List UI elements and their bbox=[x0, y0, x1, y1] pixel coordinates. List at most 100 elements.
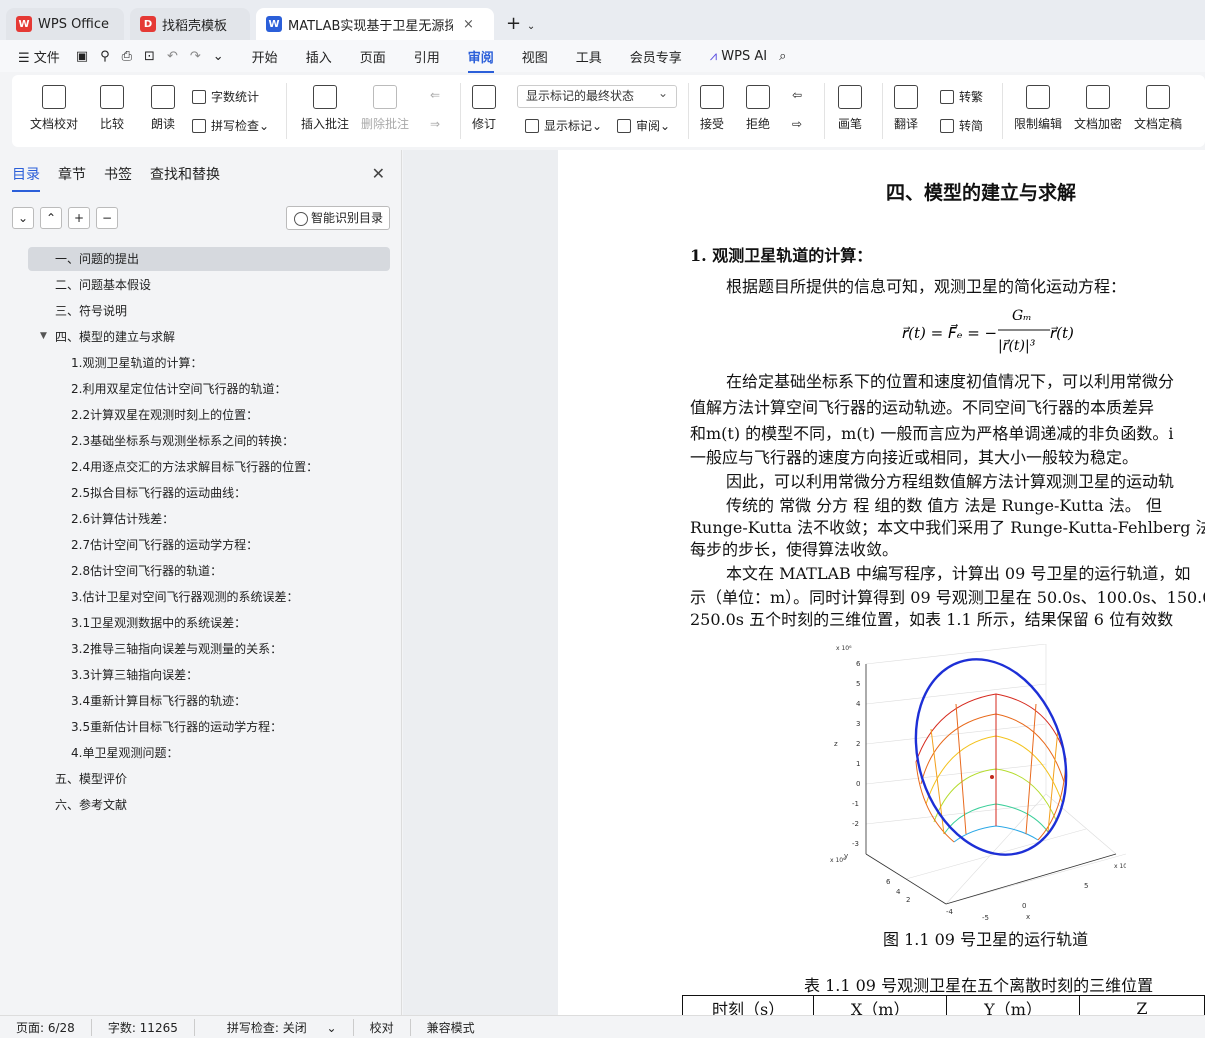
translate-button[interactable]: 翻译 bbox=[894, 85, 918, 132]
paragraph-line: 和m(t) 的模型不同，m(t) 一般而言应为严格单调递减的非负函数。i bbox=[690, 424, 1174, 443]
undo-icon[interactable]: ↶ bbox=[167, 49, 178, 64]
quick-print-icon[interactable]: ⎙ bbox=[122, 49, 132, 64]
menu-page[interactable]: 页面 bbox=[360, 47, 386, 66]
quick-preview-icon[interactable]: ⊡ bbox=[144, 49, 155, 64]
toc-item-label: 3.5重新估计目标飞行器的运动学方程： bbox=[71, 720, 283, 734]
new-tab-button[interactable]: + ⌄ bbox=[506, 8, 535, 40]
toc-item[interactable]: 2.利用双星定位估计空间飞行器的轨道： bbox=[28, 377, 390, 401]
toc-item[interactable]: 2.5拟合目标飞行器的运动曲线： bbox=[28, 481, 390, 505]
encrypt-icon bbox=[1086, 85, 1110, 109]
spell-check-status[interactable]: 拼写检查: 关闭 ⌄ bbox=[211, 1018, 354, 1036]
toc-item[interactable]: 五、模型评价 bbox=[28, 767, 390, 791]
prev-change-icon[interactable]: ⇦ bbox=[792, 88, 802, 102]
collapse-down-button[interactable]: ⌄ bbox=[12, 207, 34, 229]
svg-text:0: 0 bbox=[1022, 902, 1026, 910]
toc-item[interactable]: 3.1卫星观测数据中的系统误差： bbox=[28, 611, 390, 635]
reject-button[interactable]: 拒绝 bbox=[746, 85, 770, 132]
toc-item[interactable]: 4.单卫星观测问题： bbox=[28, 741, 390, 765]
file-menu[interactable]: ☰ 文件 bbox=[18, 47, 60, 66]
tab-bookmark[interactable]: 书签 bbox=[104, 164, 132, 192]
expand-arrow-icon[interactable]: ▼ bbox=[40, 331, 47, 341]
wps-ai-icon: ⩘ bbox=[709, 48, 718, 64]
close-tab-icon[interactable]: × bbox=[463, 17, 474, 32]
menu-review[interactable]: 审阅 bbox=[467, 47, 494, 73]
delete-comment-button[interactable]: 删除批注 bbox=[361, 85, 409, 132]
remove-heading-button[interactable]: − bbox=[96, 207, 118, 229]
to-simplified-button[interactable]: 转简 bbox=[940, 117, 983, 134]
more-quick-icon[interactable]: ⌄ bbox=[213, 49, 224, 64]
finalize-button[interactable]: 文档定稿 bbox=[1134, 85, 1182, 132]
toc-item[interactable]: 2.8估计空间飞行器的轨道： bbox=[28, 559, 390, 583]
toc-item[interactable]: 二、问题基本假设 bbox=[28, 273, 390, 297]
collapse-up-button[interactable]: ⌃ bbox=[40, 207, 62, 229]
doc-check-button[interactable]: 文档校对 bbox=[30, 85, 78, 132]
page-indicator[interactable]: 页面: 6/28 bbox=[16, 1018, 92, 1036]
smart-toc-button[interactable]: 智能识别目录 bbox=[286, 206, 390, 230]
wps-ai-button[interactable]: ⩘ WPS AI bbox=[710, 49, 767, 64]
svg-text:r⃗(t) = F⃗ₑ = −: r⃗(t) = F⃗ₑ = − bbox=[902, 323, 997, 342]
menu-insert[interactable]: 插入 bbox=[306, 47, 332, 66]
toc-item[interactable]: 1.观测卫星轨道的计算： bbox=[28, 351, 390, 375]
toc-item[interactable]: 四、模型的建立与求解 bbox=[28, 325, 390, 349]
toc-item[interactable]: 3.4重新计算目标飞行器的轨迹： bbox=[28, 689, 390, 713]
tab-toc[interactable]: 目录 bbox=[12, 164, 40, 192]
toc-item[interactable]: 3.5重新估计目标飞行器的运动学方程： bbox=[28, 715, 390, 739]
toc-item[interactable]: 2.2计算双星在观测时刻上的位置： bbox=[28, 403, 390, 427]
search-icon[interactable]: ⌕ bbox=[779, 49, 786, 64]
ribbon: 文档校对 比较 朗读 字数统计 拼写检查 ⌄ 插入批注 删除批注 ⇐ ⇒ 修订 … bbox=[12, 75, 1205, 147]
redo-icon[interactable]: ↷ bbox=[190, 49, 201, 64]
insert-comment-button[interactable]: 插入批注 bbox=[301, 85, 349, 132]
toc-item[interactable]: 3.估计卫星对空间飞行器观测的系统误差： bbox=[28, 585, 390, 609]
toc-item[interactable]: 2.3基础坐标系与观测坐标系之间的转换： bbox=[28, 429, 390, 453]
next-change-icon[interactable]: ⇨ bbox=[792, 117, 802, 131]
to-traditional-button[interactable]: 转繁 bbox=[940, 88, 983, 105]
toc-item[interactable]: 2.4用逐点交汇的方法求解目标飞行器的位置： bbox=[28, 455, 390, 479]
subsection-heading: 1. 观测卫星轨道的计算： bbox=[690, 246, 873, 265]
equation-graphic: r⃗(t) = F⃗ₑ = − Gₘ |r⃗(t)|³ r⃗(t) bbox=[902, 308, 1074, 354]
tab-chapter[interactable]: 章节 bbox=[58, 164, 86, 192]
toc-item-label: 3.2推导三轴指向误差与观测量的关系： bbox=[71, 642, 283, 656]
tab-document[interactable]: W MATLAB实现基于卫星无源探 × bbox=[256, 8, 494, 40]
compare-button[interactable]: 比较 bbox=[100, 85, 124, 132]
toc-item[interactable]: 三、符号说明 bbox=[28, 299, 390, 323]
accept-icon bbox=[700, 85, 724, 109]
restrict-edit-button[interactable]: 限制编辑 bbox=[1014, 85, 1062, 132]
menu-view[interactable]: 视图 bbox=[522, 47, 548, 66]
close-panel-icon[interactable]: ✕ bbox=[372, 164, 385, 183]
toc-item[interactable]: 3.2推导三轴指向误差与观测量的关系： bbox=[28, 637, 390, 661]
table-header-cell: 时刻（s） bbox=[681, 995, 815, 1015]
svg-text:|r⃗(t)|³: |r⃗(t)|³ bbox=[998, 338, 1036, 354]
spell-check-button[interactable]: 拼写检查 ⌄ bbox=[192, 117, 269, 134]
revise-button[interactable]: 修订 bbox=[472, 85, 496, 132]
menu-tools[interactable]: 工具 bbox=[576, 47, 602, 66]
tab-docer[interactable]: D 找稻壳模板 bbox=[130, 8, 250, 40]
word-count-status[interactable]: 字数: 11265 bbox=[108, 1018, 195, 1036]
toc-item[interactable]: 六、参考文献 bbox=[28, 793, 390, 817]
restrict-edit-icon bbox=[1026, 85, 1050, 109]
show-markup-button[interactable]: 显示标记 ⌄ bbox=[525, 117, 602, 134]
accept-button[interactable]: 接受 bbox=[700, 85, 724, 132]
review-pane-button[interactable]: 审阅 ⌄ bbox=[617, 117, 670, 134]
add-heading-button[interactable]: + bbox=[68, 207, 90, 229]
toc-item[interactable]: 2.7估计空间飞行器的运动学方程： bbox=[28, 533, 390, 557]
quick-save-icon[interactable]: ▣ bbox=[76, 49, 88, 64]
quick-share-icon[interactable]: ⚲ bbox=[100, 49, 110, 64]
markup-state-select[interactable]: 显示标记的最终状态 bbox=[517, 83, 677, 108]
toc-item-label: 2.利用双星定位估计空间飞行器的轨道： bbox=[71, 382, 287, 396]
menu-start[interactable]: 开始 bbox=[252, 47, 278, 66]
proofread-status[interactable]: 校对 bbox=[370, 1018, 411, 1036]
menu-member[interactable]: 会员专享 bbox=[630, 47, 682, 66]
svg-text:Gₘ: Gₘ bbox=[1012, 308, 1032, 324]
next-comment-icon[interactable]: ⇒ bbox=[430, 117, 440, 131]
read-button[interactable]: 朗读 bbox=[151, 85, 175, 132]
pen-button[interactable]: 画笔 bbox=[838, 85, 862, 132]
toc-item[interactable]: 3.3计算三轴指向误差： bbox=[28, 663, 390, 687]
menu-reference[interactable]: 引用 bbox=[414, 47, 440, 66]
toc-item[interactable]: 2.6计算估计残差： bbox=[28, 507, 390, 531]
word-count-button[interactable]: 字数统计 bbox=[192, 88, 259, 105]
toc-item[interactable]: 一、问题的提出 bbox=[28, 247, 390, 271]
encrypt-button[interactable]: 文档加密 bbox=[1074, 85, 1122, 132]
prev-comment-icon[interactable]: ⇐ bbox=[430, 88, 440, 102]
tab-find-replace[interactable]: 查找和替换 bbox=[150, 164, 220, 192]
tab-wps-office[interactable]: W WPS Office bbox=[6, 8, 124, 40]
